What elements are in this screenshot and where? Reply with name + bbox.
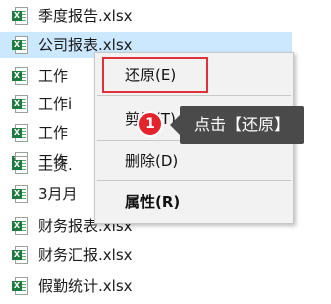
- excel-file-icon: X: [12, 185, 28, 203]
- menu-item-delete[interactable]: 删除(D): [95, 147, 293, 175]
- file-name: 3月月: [38, 185, 78, 203]
- menu-item-properties[interactable]: 属性(R): [95, 188, 293, 216]
- file-row[interactable]: X 工作: [0, 120, 68, 146]
- callout-arrow: [170, 115, 180, 135]
- file-name: 季度报告.xlsx: [38, 7, 133, 25]
- file-row[interactable]: X 工资.: [0, 152, 73, 178]
- excel-file-icon: X: [12, 217, 28, 235]
- menu-divider: [97, 180, 291, 181]
- excel-file-icon: X: [12, 156, 28, 174]
- instruction-callout: 点击【还原】: [180, 106, 304, 144]
- file-row[interactable]: X 假勤统计.xlsx: [0, 273, 133, 299]
- file-name: 工作: [38, 67, 69, 85]
- excel-file-icon: X: [12, 7, 28, 25]
- file-name: 假勤统计.xlsx: [38, 277, 133, 295]
- file-name: 工资.: [38, 156, 73, 174]
- menu-item-label: 属性(R): [125, 193, 181, 211]
- file-row[interactable]: X 财务汇报.xlsx: [0, 242, 133, 268]
- excel-file-icon: X: [12, 95, 28, 113]
- file-name: 工作: [38, 124, 69, 142]
- file-row[interactable]: X 3月月: [0, 181, 78, 207]
- file-row[interactable]: X 季度报告.xlsx: [0, 3, 133, 29]
- file-name: 工作i: [38, 95, 73, 113]
- excel-file-icon: X: [12, 124, 28, 142]
- excel-file-icon: X: [12, 67, 28, 85]
- file-explorer-view: X 季度报告.xlsx X 公司报表.xlsx X 工作 X 工作i X 工作 …: [0, 0, 331, 304]
- file-row[interactable]: X 工作: [0, 63, 68, 89]
- file-row[interactable]: X 工作i: [0, 91, 72, 117]
- excel-file-icon: X: [12, 246, 28, 264]
- menu-item-label: 删除(D): [125, 152, 179, 170]
- menu-divider: [97, 95, 291, 96]
- excel-file-icon: X: [12, 277, 28, 295]
- file-name: 财务汇报.xlsx: [38, 246, 133, 264]
- step-number-badge: 1: [137, 111, 163, 137]
- excel-file-icon: X: [12, 36, 28, 54]
- restore-highlight-box: [102, 57, 208, 93]
